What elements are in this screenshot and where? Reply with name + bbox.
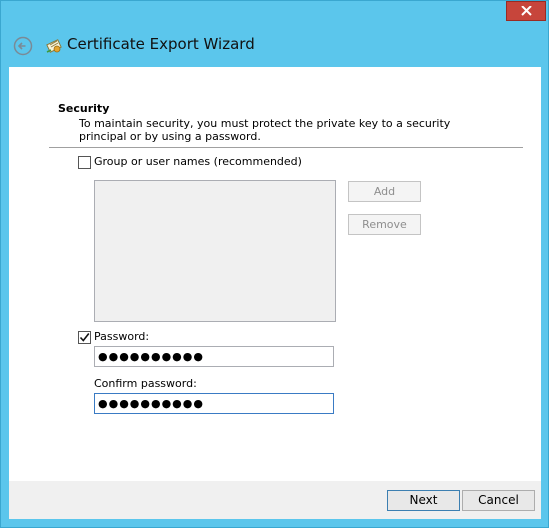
confirm-password-label: Confirm password: [94, 377, 197, 390]
password-checkbox[interactable] [78, 331, 91, 344]
section-title: Security [58, 102, 110, 115]
cancel-button[interactable]: Cancel [462, 490, 535, 511]
group-user-list[interactable] [94, 180, 336, 322]
close-button[interactable] [506, 1, 546, 21]
wizard-footer: Next Cancel [9, 481, 541, 519]
group-checkbox-label: Group or user names (recommended) [94, 155, 302, 168]
wizard-window: Certificate Export Wizard Security To ma… [0, 0, 549, 528]
wizard-header: Certificate Export Wizard [9, 25, 540, 67]
password-checkbox-label: Password: [94, 330, 150, 343]
add-button[interactable]: Add [348, 181, 421, 202]
remove-button[interactable]: Remove [348, 214, 421, 235]
next-button[interactable]: Next [387, 490, 460, 511]
wizard-content: Security To maintain security, you must … [9, 67, 541, 481]
close-icon [521, 6, 532, 16]
password-field[interactable]: ●●●●●●●●●● [94, 346, 334, 367]
back-button[interactable] [13, 36, 33, 56]
certificate-icon [45, 36, 65, 56]
window-title: Certificate Export Wizard [67, 35, 255, 53]
confirm-password-field[interactable]: ●●●●●●●●●● [94, 393, 334, 414]
section-description: To maintain security, you must protect t… [79, 117, 451, 143]
checkmark-icon [79, 333, 90, 342]
divider [49, 147, 523, 148]
back-arrow-icon [13, 36, 33, 56]
group-checkbox[interactable] [78, 156, 91, 169]
